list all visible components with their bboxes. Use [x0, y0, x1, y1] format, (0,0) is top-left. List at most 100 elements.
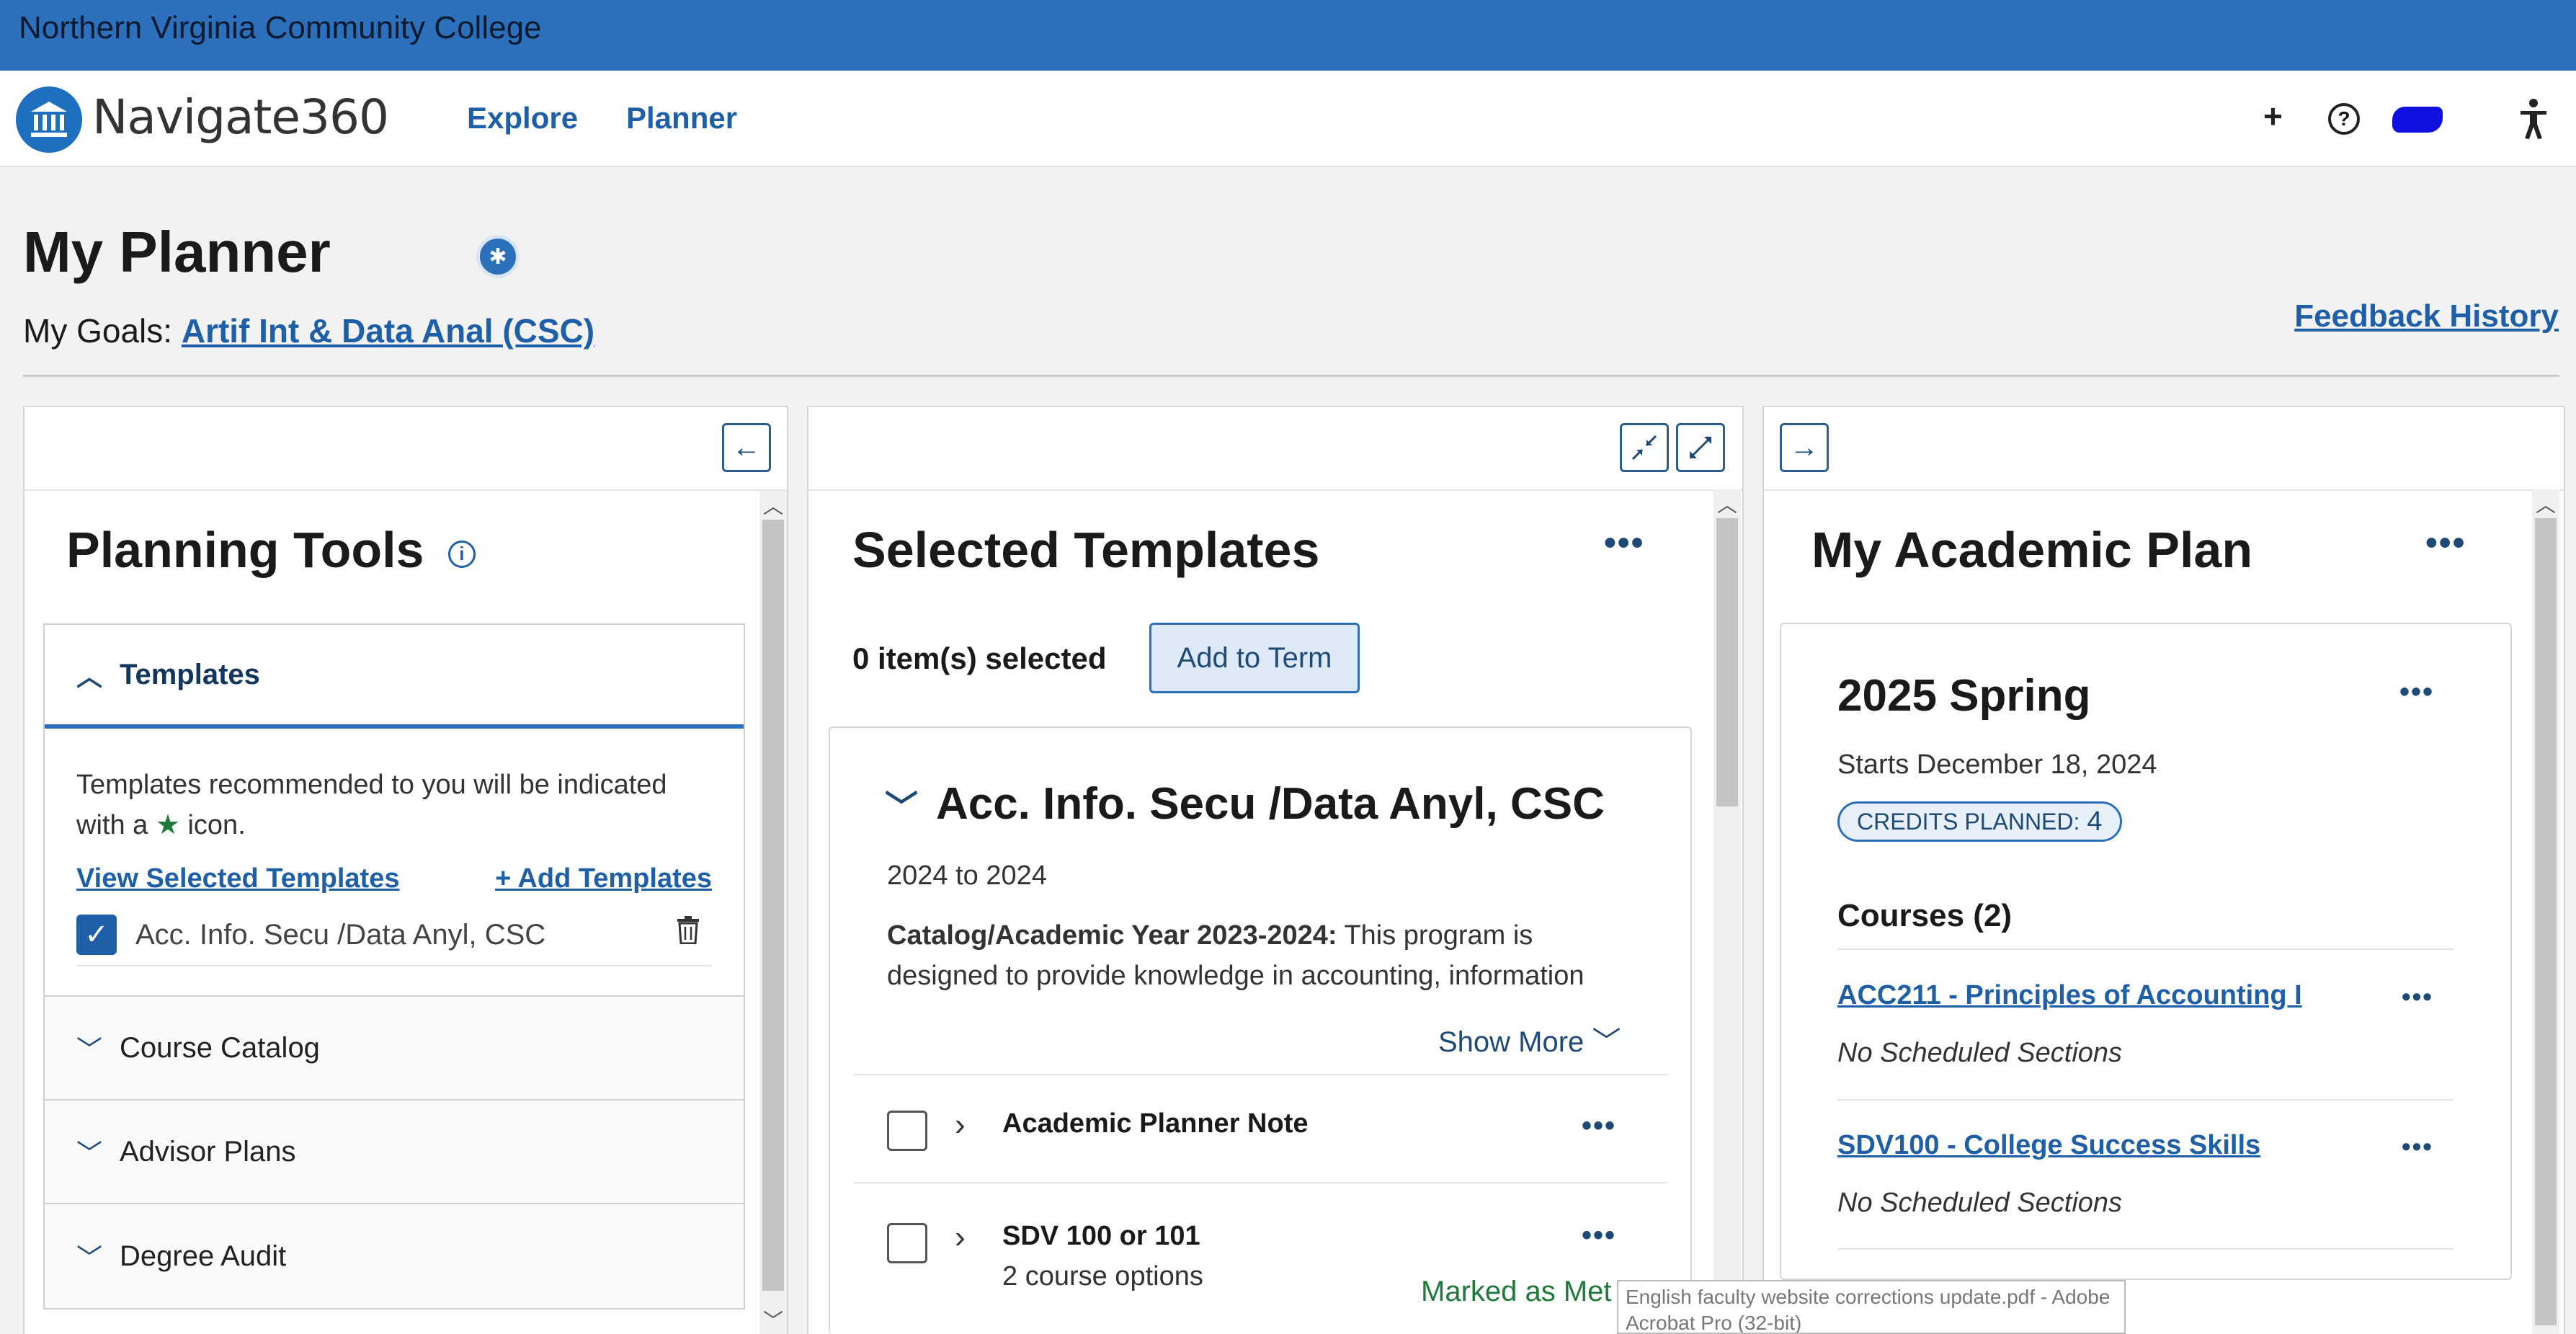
taskbar-tooltip: English faculty website corrections upda… — [1617, 1280, 2126, 1334]
course-status: No Scheduled Sections — [1837, 1188, 2123, 1218]
chevron-down-icon: ﹀ — [76, 1243, 103, 1273]
chevron-right-icon[interactable]: › — [955, 1107, 966, 1143]
navigate-logo-icon[interactable] — [16, 86, 82, 153]
avatar[interactable] — [2392, 107, 2443, 133]
accordion-degree-audit[interactable]: ﹀ Degree Audit — [45, 1204, 744, 1308]
planning-tools-panel: ← Planning Tools i ︿ Templates Templates… — [23, 406, 788, 1334]
add-to-term-button[interactable]: Add to Term — [1149, 623, 1360, 693]
planning-tools-accordion: ︿ Templates Templates recommended to you… — [43, 623, 745, 1309]
planning-tools-toolbar: ← — [24, 407, 787, 491]
row-divider — [1837, 1248, 2454, 1250]
template-item: ✓ Acc. Info. Secu /Data Anyl, CSC — [76, 915, 712, 966]
nav-planner[interactable]: Planner — [626, 101, 737, 135]
templates-links: View Selected Templates + Add Templates — [76, 858, 712, 899]
scroll-down-icon[interactable]: ﹀ — [759, 1305, 787, 1334]
row-divider — [1837, 948, 2454, 950]
info-icon[interactable]: i — [447, 540, 476, 568]
courses-heading: Courses (2) — [1837, 898, 2013, 933]
chevron-up-icon: ︿ — [76, 662, 103, 691]
selected-templates-heading: Selected Templates — [852, 522, 1320, 578]
sdv-course-options: 2 course options — [1002, 1261, 1203, 1291]
plus-icon[interactable]: + — [2263, 97, 2283, 135]
accordion-course-catalog[interactable]: ﹀ Course Catalog — [45, 997, 744, 1100]
templates-label: Templates — [120, 658, 260, 690]
note-checkbox[interactable] — [887, 1111, 927, 1151]
app-header: Navigate360 Explore Planner + ? — [0, 71, 2576, 167]
academic-plan-toolbar: → — [1764, 407, 2564, 491]
sdv-menu-icon[interactable]: ••• — [1582, 1219, 1616, 1252]
college-name: Northern Virginia Community College — [19, 10, 542, 45]
row-divider — [1837, 1099, 2454, 1100]
collapse-left-icon[interactable]: ← — [722, 423, 771, 472]
planning-tools-title: Planning Tools — [66, 522, 424, 578]
brand-name: Navigate360 — [92, 89, 389, 145]
note-menu-icon[interactable]: ••• — [1582, 1110, 1616, 1142]
catalog-label: Catalog/Academic Year 2023-2024: — [887, 920, 1337, 951]
scroll-thumb[interactable] — [762, 520, 784, 1291]
course-link-acc211[interactable]: ACC211 - Principles of Accounting I — [1837, 980, 2302, 1011]
template-checkbox[interactable]: ✓ — [76, 915, 117, 955]
credits-planned-badge: CREDITS PLANNED: 4 — [1837, 801, 2122, 842]
add-templates-link[interactable]: + Add Templates — [495, 858, 712, 899]
feedback-history-link[interactable]: Feedback History — [2294, 298, 2559, 334]
program-description: Catalog/Academic Year 2023-2024: This pr… — [887, 915, 1622, 996]
help-icon[interactable]: ? — [2328, 103, 2360, 135]
templates-description: Templates recommended to you will be ind… — [76, 770, 667, 840]
course-menu-icon[interactable]: ••• — [2402, 1131, 2433, 1162]
settings-badge-icon[interactable]: ✱ — [476, 235, 520, 278]
scroll-up-icon[interactable]: ︿ — [1713, 489, 1741, 518]
template-item-label: Acc. Info. Secu /Data Anyl, CSC — [135, 919, 546, 951]
collapse-right-icon[interactable]: → — [1780, 423, 1829, 472]
course-menu-icon[interactable]: ••• — [2402, 982, 2433, 1012]
row-divider — [854, 1074, 1668, 1075]
page-title: My Planner — [23, 220, 331, 284]
accessibility-icon[interactable] — [2518, 98, 2549, 143]
nav-explore[interactable]: Explore — [467, 101, 578, 135]
selected-templates-toolbar — [808, 407, 1742, 491]
goals-label: My Goals: — [23, 312, 173, 350]
term-menu-icon[interactable]: ••• — [2399, 676, 2434, 708]
minimize-icon[interactable] — [1620, 423, 1669, 472]
selected-templates-menu-icon[interactable]: ••• — [1604, 523, 1644, 563]
chevron-down-icon: ﹀ — [76, 1139, 103, 1168]
planning-tools-heading: Planning Tools i — [66, 521, 476, 579]
scroll-up-icon[interactable]: ︿ — [2532, 489, 2559, 518]
planning-tools-scrollbar[interactable]: ︿ ﹀ — [759, 491, 787, 1334]
accordion-advisor-plans[interactable]: ﹀ Advisor Plans — [45, 1100, 744, 1204]
academic-plan-scrollbar[interactable]: ︿ — [2532, 489, 2559, 1334]
chevron-down-icon: ﹀ — [1592, 1026, 1621, 1058]
term-start-date: Starts December 18, 2024 — [1837, 750, 2157, 780]
trash-icon[interactable] — [676, 915, 700, 955]
sdv-checkbox[interactable] — [887, 1223, 927, 1263]
row-divider — [854, 1182, 1668, 1183]
chevron-right-icon[interactable]: › — [955, 1219, 966, 1255]
goal-link[interactable]: Artif Int & Data Anal (CSC) — [182, 312, 594, 350]
expand-icon[interactable] — [1676, 423, 1725, 472]
college-bar: Northern Virginia Community College — [0, 0, 2576, 71]
title-divider — [23, 375, 2559, 377]
selected-count: 0 item(s) selected — [852, 641, 1107, 675]
academic-plan-heading: My Academic Plan — [1811, 522, 2253, 578]
academic-planner-note: Academic Planner Note — [1002, 1108, 1309, 1139]
sdv-course-title: SDV 100 or 101 — [1002, 1221, 1200, 1251]
program-title-row[interactable]: ﹀ Acc. Info. Secu /Data Anyl, CSC — [885, 778, 1605, 830]
accordion-templates[interactable]: ︿ Templates — [45, 625, 744, 729]
star-icon: ★ — [155, 810, 180, 840]
selected-templates-scrollbar[interactable]: ︿ — [1713, 489, 1741, 1334]
scroll-up-icon[interactable]: ︿ — [759, 491, 787, 520]
program-title: Acc. Info. Secu /Data Anyl, CSC — [935, 779, 1605, 829]
scroll-thumb[interactable] — [1716, 518, 1738, 806]
term-name: 2025 Spring — [1837, 671, 2091, 721]
chevron-down-icon[interactable]: ﹀ — [885, 788, 918, 826]
course-link-sdv100[interactable]: SDV100 - College Success Skills — [1837, 1130, 2260, 1161]
view-selected-templates-link[interactable]: View Selected Templates — [76, 858, 399, 899]
chevron-down-icon: ﹀ — [76, 1035, 103, 1064]
program-years: 2024 to 2024 — [887, 861, 1047, 891]
course-status: No Scheduled Sections — [1837, 1038, 2123, 1068]
templates-body: Templates recommended to you will be ind… — [45, 729, 744, 997]
show-more-button[interactable]: Show More ﹀ — [1438, 1018, 1621, 1060]
my-goals: My Goals: Artif Int & Data Anal (CSC) — [23, 311, 594, 350]
marked-as-met-status: Marked as Met — [1421, 1276, 1612, 1307]
scroll-thumb[interactable] — [2535, 518, 2557, 1325]
academic-plan-menu-icon[interactable]: ••• — [2425, 523, 2466, 563]
